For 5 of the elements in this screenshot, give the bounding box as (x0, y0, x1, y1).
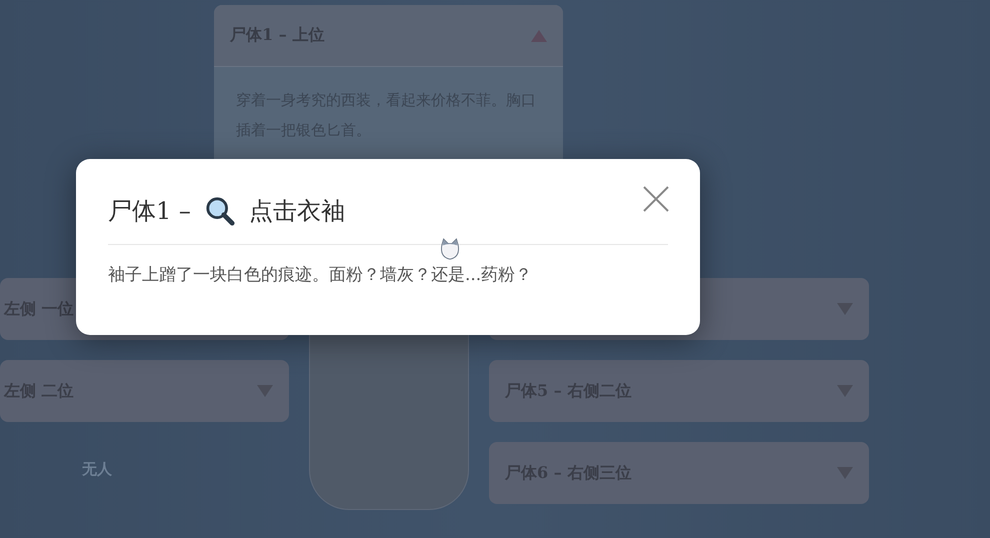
close-button[interactable] (642, 185, 670, 213)
magnifier-icon (204, 196, 235, 226)
dialog-text: 袖子上蹭了一块白色的痕迹。面粉？墙灰？还是...药粉？ (108, 264, 534, 286)
dialog-title: 点击衣袖 (248, 196, 345, 227)
dialog-title: 尸体1 – (108, 196, 191, 227)
